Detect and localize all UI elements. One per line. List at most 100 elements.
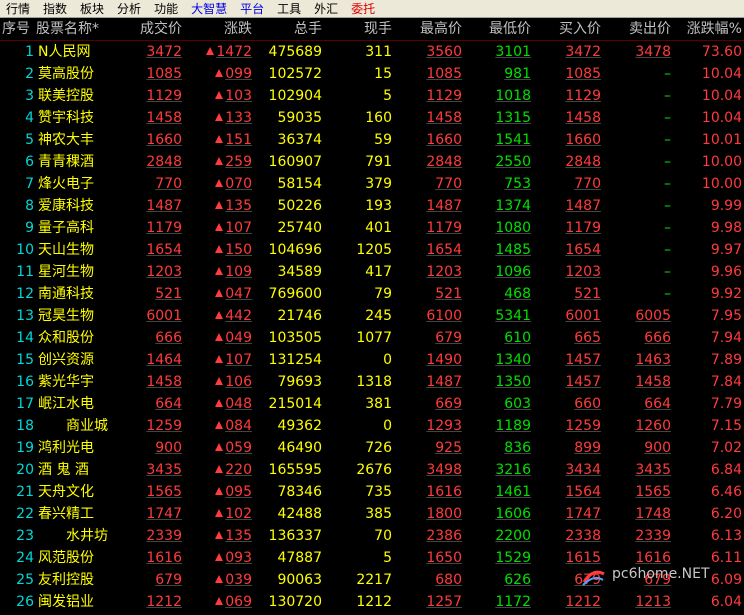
low-cell: 468 <box>504 286 531 302</box>
table-row[interactable]: 14 众和股份 666 049 103505 1077 679 610 665 666 7.94 <box>0 327 744 349</box>
high-cell: 2386 <box>426 528 462 544</box>
menu-item-4[interactable]: 功能 <box>154 0 178 17</box>
change-percent-cell: 6.13 <box>710 528 742 544</box>
table-row[interactable]: 20 酒 鬼 酒 3435 220 165595 2676 3498 3216 3434 3435… <box>0 459 744 481</box>
price-cell: 1129 <box>146 88 182 104</box>
current-volume-cell: 381 <box>365 396 392 412</box>
change-percent-cell: 7.94 <box>710 330 742 346</box>
change-cell: 084 <box>196 415 252 437</box>
index-cell: 23 <box>16 528 34 544</box>
ask-cell: – <box>664 154 671 170</box>
column-header-current-volume[interactable]: 现手 <box>326 18 392 40</box>
change-cell: 106 <box>196 371 252 393</box>
column-header-ask[interactable]: 卖出价 <box>610 18 671 40</box>
table-row[interactable]: 6 青青稞酒 2848 259 160907 791 2848 2550 2848 – 10.00 <box>0 151 744 173</box>
table-row[interactable]: 12 南通科技 521 047 769600 79 521 468 521 – 9.92 <box>0 283 744 305</box>
table-row[interactable]: 8 爱康科技 1487 135 50226 193 1487 1374 1487 – 9.99 <box>0 195 744 217</box>
volume-cell: 58154 <box>277 176 322 192</box>
table-row[interactable]: 10 天山生物 1654 150 104696 1205 1654 1485 1654 – 9.97 <box>0 239 744 261</box>
volume-cell: 160907 <box>268 154 322 170</box>
menu-item-2[interactable]: 板块 <box>80 0 104 17</box>
high-cell: 1660 <box>426 132 462 148</box>
volume-cell: 104696 <box>268 242 322 258</box>
menu-item-5[interactable]: 大智慧 <box>191 0 227 17</box>
table-row[interactable]: 16 紫光华宇 1458 106 79693 1318 1487 1350 1457 1458 7.… <box>0 371 744 393</box>
bid-cell: 1212 <box>565 594 601 610</box>
ask-cell: 1213 <box>635 594 671 610</box>
price-cell: 1565 <box>146 484 182 500</box>
high-cell: 1800 <box>426 506 462 522</box>
ask-cell: 1565 <box>635 484 671 500</box>
current-volume-cell: 1077 <box>356 330 392 346</box>
stock-name-cell: 天山生物 <box>38 242 94 258</box>
table-row[interactable]: 21 天舟文化 1565 095 78346 735 1616 1461 1564 1565 6.4… <box>0 481 744 503</box>
column-header-high[interactable]: 最高价 <box>400 18 462 40</box>
table-row[interactable]: 11 星河生物 1203 109 34589 417 1203 1096 1203 – 9.96 <box>0 261 744 283</box>
column-header-volume[interactable]: 总手 <box>256 18 322 40</box>
table-row[interactable]: 5 神农大丰 1660 151 36374 59 1660 1541 1660 – 10.01 <box>0 129 744 151</box>
price-cell: 1616 <box>146 550 182 566</box>
column-header-change[interactable]: 涨跌 <box>196 18 252 40</box>
change-value: 220 <box>225 462 252 478</box>
change-cell: 442 <box>196 305 252 327</box>
table-row[interactable]: 9 量子高科 1179 107 25740 401 1179 1080 1179 – 9.98 <box>0 217 744 239</box>
index-cell: 5 <box>25 132 34 148</box>
table-row[interactable]: 1 N人民网 3472 1472 475689 311 3560 3101 3472 3478 73… <box>0 41 744 63</box>
volume-cell: 165595 <box>268 462 322 478</box>
change-cell: 048 <box>196 393 252 415</box>
low-cell: 1606 <box>495 506 531 522</box>
current-volume-cell: 15 <box>374 66 392 82</box>
price-cell: 521 <box>155 286 182 302</box>
table-row[interactable]: 4 赞宇科技 1458 133 59035 160 1458 1315 1458 – 10.04 <box>0 107 744 129</box>
menu-item-0[interactable]: 行情 <box>6 0 30 17</box>
high-cell: 1129 <box>426 88 462 104</box>
menu-item-6[interactable]: 平台 <box>240 0 264 17</box>
low-cell: 1018 <box>495 88 531 104</box>
menu-item-8[interactable]: 外汇 <box>314 0 338 17</box>
column-header-price[interactable]: 成交价 <box>136 18 182 40</box>
menu-item-1[interactable]: 指数 <box>43 0 67 17</box>
index-cell: 22 <box>16 506 34 522</box>
high-cell: 6100 <box>426 308 462 324</box>
table-row[interactable]: 19 鸿利光电 900 059 46490 726 925 836 899 900 7.02 <box>0 437 744 459</box>
menu-item-9[interactable]: 委托 <box>351 0 375 17</box>
table-row[interactable]: 26 闽发铝业 1212 069 130720 1212 1257 1172 1212 1213 6… <box>0 591 744 613</box>
ask-cell: – <box>664 198 671 214</box>
menu-item-3[interactable]: 分析 <box>117 0 141 17</box>
volume-cell: 79693 <box>277 374 322 390</box>
table-row[interactable]: 23 水井坊 2339 135 136337 70 2386 2200 2338 2339 6.13 <box>0 525 744 547</box>
price-cell: 770 <box>155 176 182 192</box>
current-volume-cell: 70 <box>374 528 392 544</box>
up-triangle-icon <box>215 91 224 99</box>
table-row[interactable]: 7 烽火电子 770 070 58154 379 770 753 770 – 10.00 <box>0 173 744 195</box>
menu-item-7[interactable]: 工具 <box>277 0 301 17</box>
table-row[interactable]: 2 莫高股份 1085 099 102572 15 1085 981 1085 – 10.04 <box>0 63 744 85</box>
price-cell: 2848 <box>146 154 182 170</box>
column-header-index[interactable]: 序号 <box>2 18 36 40</box>
bid-cell: 1203 <box>565 264 601 280</box>
column-header-change-percent[interactable]: 涨跌幅% <box>680 18 742 40</box>
ask-cell: – <box>664 286 671 302</box>
table-row[interactable]: 22 春兴精工 1747 102 42488 385 1800 1606 1747 1748 6.2… <box>0 503 744 525</box>
column-header-bid[interactable]: 买入价 <box>540 18 601 40</box>
change-value: 107 <box>225 220 252 236</box>
low-cell: 603 <box>504 396 531 412</box>
table-row[interactable]: 18 商业城 1259 084 49362 0 1293 1189 1259 1260 7.15 <box>0 415 744 437</box>
change-cell: 109 <box>196 261 252 283</box>
change-percent-cell: 6.20 <box>710 506 742 522</box>
current-volume-cell: 160 <box>365 110 392 126</box>
table-row[interactable]: 17 岷江水电 664 048 215014 381 669 603 660 664 7.79 <box>0 393 744 415</box>
table-row[interactable]: 13 冠昊生物 6001 442 21746 245 6100 5341 6001 6005 7.9… <box>0 305 744 327</box>
price-cell: 3472 <box>146 44 182 60</box>
change-percent-cell: 10.00 <box>701 154 742 170</box>
high-cell: 1490 <box>426 352 462 368</box>
column-header-stock-name[interactable]: 股票名称* <box>36 18 136 40</box>
up-triangle-icon <box>215 399 224 407</box>
table-row[interactable]: 3 联美控股 1129 103 102904 5 1129 1018 1129 – 10.04 <box>0 85 744 107</box>
up-triangle-icon <box>206 47 215 55</box>
stock-name-cell: 水井坊 <box>66 528 108 544</box>
column-header-low[interactable]: 最低价 <box>470 18 531 40</box>
volume-cell: 36374 <box>277 132 322 148</box>
table-row[interactable]: 15 创兴资源 1464 107 131254 0 1490 1340 1457 1463 7.89 <box>0 349 744 371</box>
bid-cell: 899 <box>574 440 601 456</box>
